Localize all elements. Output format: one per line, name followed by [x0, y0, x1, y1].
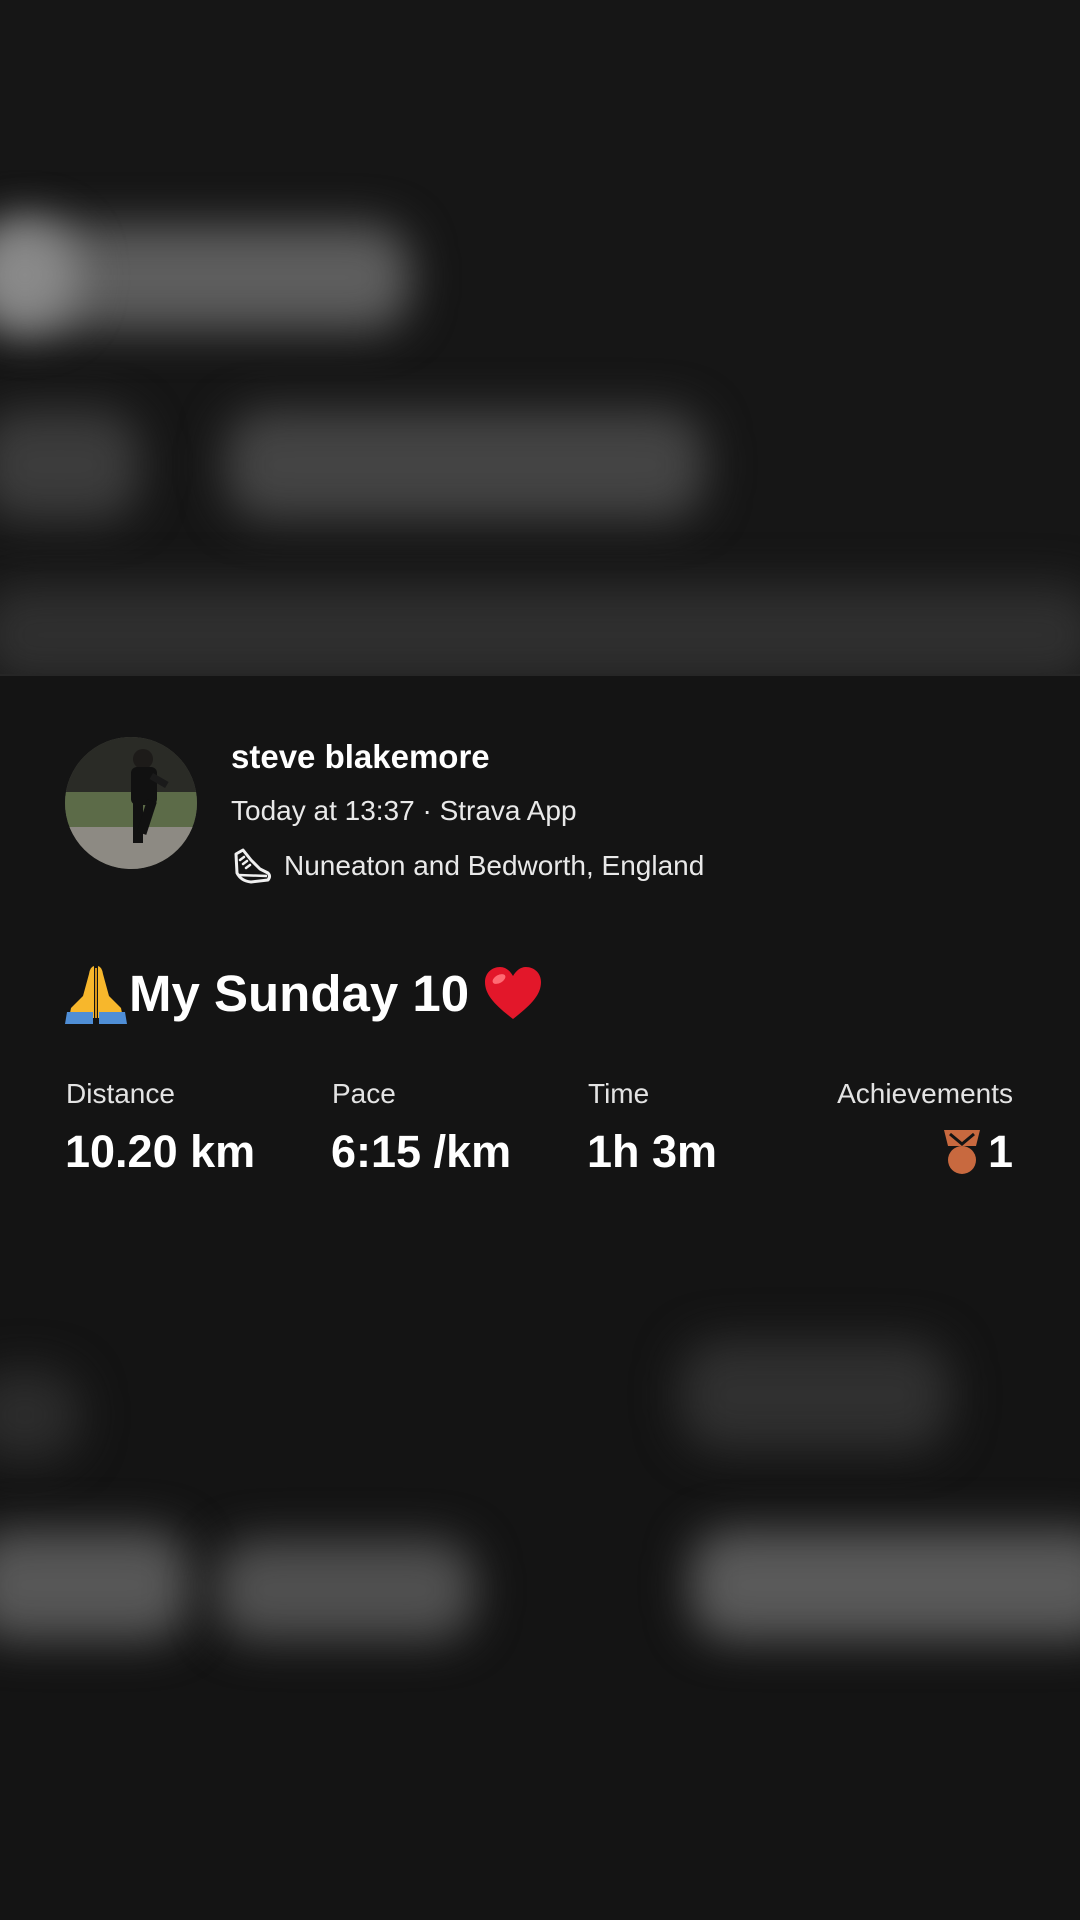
- location-row: Nuneaton and Bedworth, England: [231, 845, 704, 887]
- pace-label: Pace: [332, 1078, 396, 1109]
- achievements-value: 1: [987, 1126, 1013, 1177]
- activity-title-row[interactable]: My Sunday 10: [63, 960, 543, 1026]
- time-value: 1h 3m: [587, 1126, 718, 1177]
- distance-label: Distance: [66, 1078, 175, 1109]
- achievements-row[interactable]: 1: [940, 1126, 1013, 1178]
- athlete-name[interactable]: steve blakemore: [231, 738, 490, 776]
- divider: [0, 674, 1080, 676]
- activity-title: My Sunday 10: [129, 964, 470, 1022]
- praying-hands-icon: [65, 966, 127, 1024]
- pace-value: 6:15 /km: [331, 1126, 512, 1177]
- time-label: Time: [588, 1078, 650, 1109]
- blurred-background-top: [0, 0, 1080, 676]
- avatar-photo: [65, 737, 197, 869]
- running-shoe-icon: [234, 848, 271, 884]
- bronze-medal-icon: [943, 1130, 980, 1174]
- activity-meta: Today at 13:37 · Strava App: [231, 795, 577, 826]
- red-heart-icon: [485, 967, 542, 1019]
- blurred-background-bottom: [0, 1280, 1080, 1760]
- distance-value: 10.20 km: [65, 1126, 256, 1177]
- avatar[interactable]: [65, 737, 197, 869]
- activity-screen: steve blakemore Today at 13:37 · Strava …: [0, 0, 1080, 1920]
- achievements-label: Achievements: [837, 1078, 1013, 1109]
- location: Nuneaton and Bedworth, England: [284, 850, 705, 881]
